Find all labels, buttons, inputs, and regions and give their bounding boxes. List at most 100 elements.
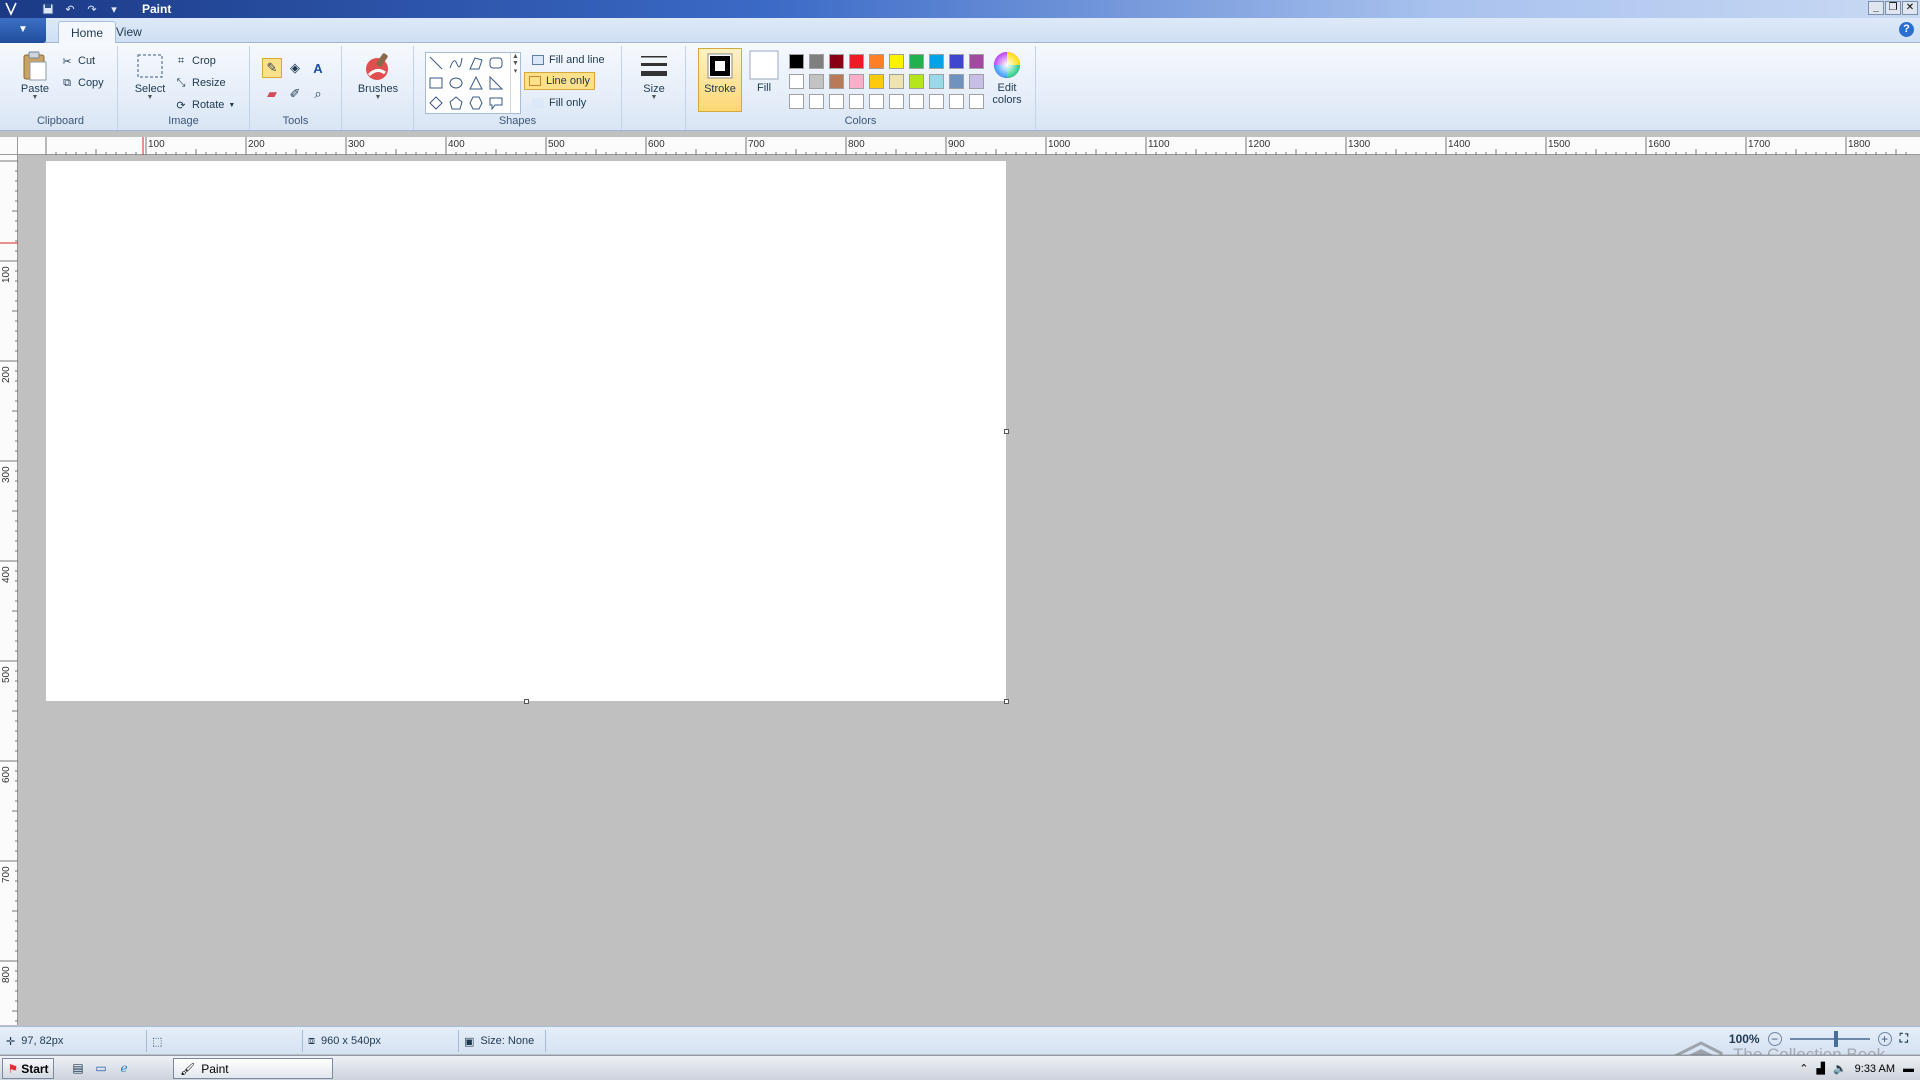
start-button[interactable]: ⚑ Start [2, 1058, 54, 1079]
color-swatch[interactable] [969, 94, 984, 109]
browser-icon[interactable]: ℯ [116, 1060, 132, 1076]
color-swatch[interactable] [869, 74, 884, 89]
canvas-resize-handle-corner[interactable] [1004, 699, 1009, 704]
color-swatch[interactable] [929, 74, 944, 89]
expand-gallery-icon[interactable]: ▾ [514, 68, 518, 75]
polygon-shape-icon[interactable] [467, 54, 485, 72]
fill-and-line-option[interactable]: Fill and line [528, 51, 609, 69]
color-swatch[interactable] [909, 74, 924, 89]
pentagon-shape-icon[interactable] [447, 94, 465, 112]
fill-and-line-icon [532, 55, 544, 65]
color-swatch[interactable] [949, 94, 964, 109]
line-only-option[interactable]: Line only [524, 72, 596, 90]
color-swatch[interactable] [889, 94, 904, 109]
taskbar-item-paint[interactable]: 🖌 Paint [173, 1058, 333, 1079]
color-swatch[interactable] [849, 54, 864, 69]
color-swatch[interactable] [809, 54, 824, 69]
text-tool-icon[interactable]: A [308, 58, 328, 78]
color-swatch[interactable] [929, 54, 944, 69]
shapes-scroll[interactable]: ▲ ▼ ▾ [510, 53, 520, 113]
select-button[interactable]: Select ▼ [130, 49, 170, 101]
save-icon[interactable] [40, 2, 56, 17]
zoom-slider-thumb[interactable] [1833, 1030, 1838, 1047]
color-swatch[interactable] [829, 94, 844, 109]
copy-button[interactable]: ⧉ Copy [60, 74, 104, 92]
volume-icon[interactable]: 🔈 [1833, 1062, 1847, 1075]
zoom-slider[interactable] [1789, 1030, 1870, 1047]
resize-button[interactable]: ⤡ Resize [174, 74, 226, 92]
color-picker-icon[interactable]: ✐ [285, 84, 305, 104]
edit-colors-button[interactable]: Edit colors [984, 48, 1030, 106]
color-swatch[interactable] [889, 74, 904, 89]
color-swatch[interactable] [849, 94, 864, 109]
tab-view[interactable]: View [104, 21, 154, 43]
pencil-icon[interactable]: ✎ [262, 58, 282, 78]
crop-button[interactable]: ⌗ Crop [174, 52, 216, 70]
scroll-down-icon[interactable]: ▼ [512, 60, 519, 67]
customize-qat-icon[interactable]: ▾ [106, 2, 122, 17]
magnifier-icon[interactable]: ⌕ [308, 84, 328, 104]
action-center-icon[interactable]: ▬ [1903, 1063, 1914, 1075]
network-icon[interactable]: ▟ [1816, 1062, 1824, 1075]
color-swatch[interactable] [869, 94, 884, 109]
server-manager-icon[interactable]: ▤ [70, 1060, 86, 1076]
callout-shape-icon[interactable] [487, 94, 505, 112]
cut-button[interactable]: ✂ Cut [60, 52, 95, 70]
color-swatch[interactable] [909, 54, 924, 69]
close-button[interactable]: ✕ [1902, 1, 1918, 15]
diamond-shape-icon[interactable] [427, 94, 445, 112]
color-swatch[interactable] [789, 74, 804, 89]
clock[interactable]: 9:33 AM [1855, 1063, 1895, 1075]
show-desktop-icon[interactable]: ▭ [93, 1060, 109, 1076]
right-triangle-shape-icon[interactable] [487, 74, 505, 92]
color-swatch[interactable] [869, 54, 884, 69]
help-icon[interactable]: ? [1899, 22, 1914, 37]
ellipse-shape-icon[interactable] [447, 74, 465, 92]
color-swatch[interactable] [789, 54, 804, 69]
canvas-resize-handle-right[interactable] [1004, 429, 1009, 434]
line-shape-icon[interactable] [427, 54, 445, 72]
triangle-shape-icon[interactable] [467, 74, 485, 92]
minimize-button[interactable]: _ [1868, 1, 1884, 15]
zoom-in-icon[interactable]: + [1877, 1031, 1892, 1046]
fit-to-window-icon[interactable]: ⛶ [1900, 1031, 1908, 1046]
redo-icon[interactable]: ↷ [84, 2, 100, 17]
zoom-out-icon[interactable]: − [1767, 1031, 1782, 1046]
color-swatch[interactable] [909, 94, 924, 109]
chevron-down-icon: ▼ [374, 94, 382, 101]
curve-shape-icon[interactable] [447, 54, 465, 72]
color-swatch[interactable] [809, 94, 824, 109]
color-swatch[interactable] [809, 74, 824, 89]
color-wheel-icon [991, 48, 1023, 82]
color-swatch[interactable] [969, 74, 984, 89]
rectangle-shape-icon[interactable] [427, 74, 445, 92]
scroll-up-icon[interactable]: ▲ [512, 53, 519, 60]
hexagon-shape-icon[interactable] [467, 94, 485, 112]
brushes-button[interactable]: Brushes ▼ [352, 49, 404, 101]
fill-only-option[interactable]: Fill only [528, 94, 590, 112]
stroke-color-button[interactable]: Stroke [698, 48, 742, 112]
color-swatch[interactable] [789, 94, 804, 109]
eraser-icon[interactable]: ▰ [262, 84, 282, 104]
paste-button[interactable]: Paste ▼ [14, 49, 56, 101]
fill-color-button[interactable]: Fill [744, 48, 784, 94]
restore-button[interactable]: ❐ [1885, 1, 1901, 15]
rotate-button[interactable]: ⟳ Rotate ▼ [174, 96, 235, 114]
color-swatch[interactable] [949, 74, 964, 89]
color-swatch[interactable] [969, 54, 984, 69]
application-menu-button[interactable]: ▼ [0, 18, 46, 43]
color-swatch[interactable] [949, 54, 964, 69]
drawing-canvas[interactable] [46, 161, 1006, 701]
canvas-resize-handle-bottom[interactable] [524, 699, 529, 704]
tray-expand-icon[interactable]: ⌃ [1799, 1062, 1808, 1075]
color-swatch[interactable] [849, 74, 864, 89]
undo-icon[interactable]: ↶ [62, 2, 78, 17]
color-swatch[interactable] [829, 74, 844, 89]
fill-bucket-icon[interactable]: ◈ [285, 58, 305, 78]
paint-app-icon[interactable] [4, 2, 18, 16]
color-swatch[interactable] [829, 54, 844, 69]
rounded-rectangle-shape-icon[interactable] [487, 54, 505, 72]
color-swatch[interactable] [929, 94, 944, 109]
color-swatch[interactable] [889, 54, 904, 69]
size-button[interactable]: Size ▼ [634, 49, 674, 101]
